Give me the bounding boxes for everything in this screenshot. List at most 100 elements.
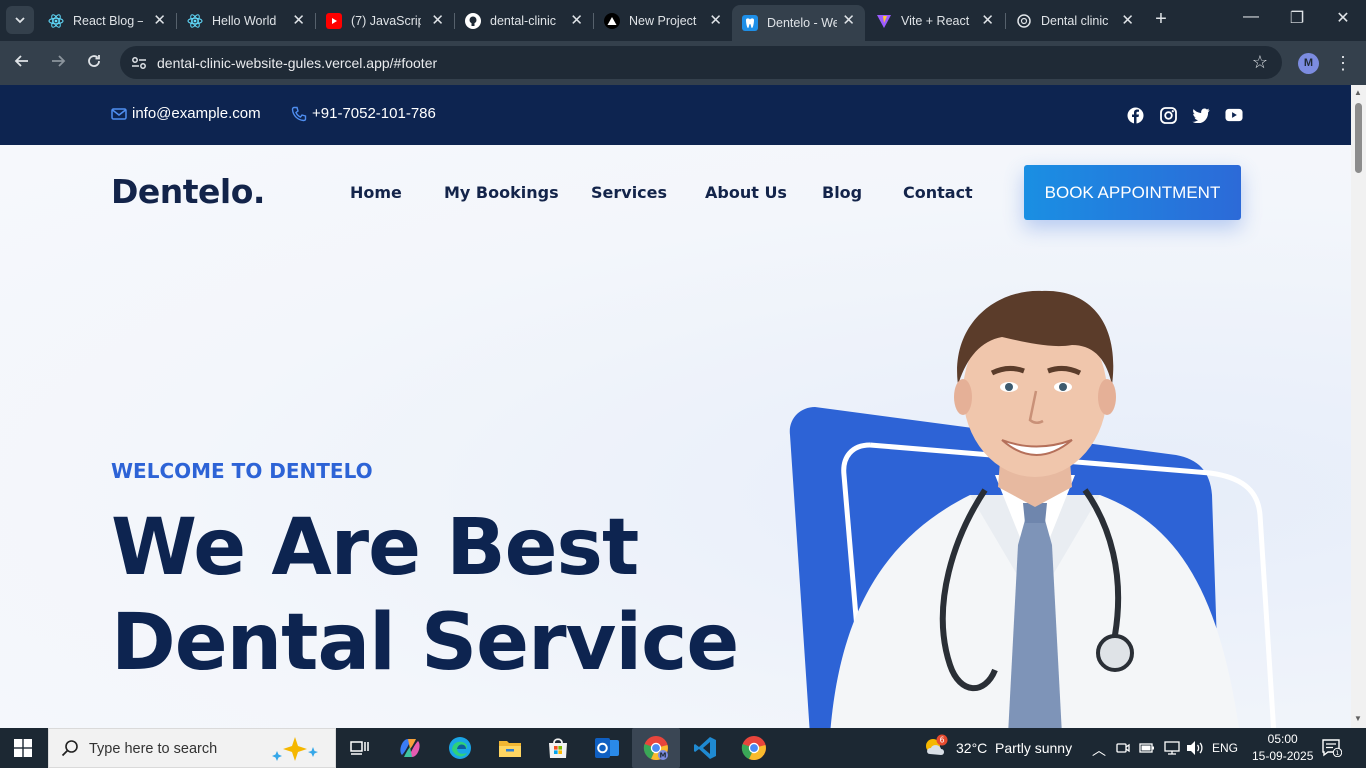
github-icon xyxy=(465,12,481,29)
tab-label: Dentelo - We xyxy=(767,16,837,30)
browser-tab[interactable]: dental-clinic ✕ xyxy=(455,5,593,36)
clock-date: 15-09-2025 xyxy=(1252,749,1314,763)
weather-partly-sunny-icon[interactable]: 6 xyxy=(922,734,950,760)
url-text[interactable]: dental-clinic-website-gules.vercel.app/#… xyxy=(157,55,437,71)
forward-button[interactable] xyxy=(46,51,70,75)
pupil-right xyxy=(1059,383,1067,391)
nav-contact[interactable]: Contact xyxy=(903,183,973,202)
site-settings-icon[interactable] xyxy=(130,54,148,72)
battery-icon[interactable] xyxy=(1139,742,1155,754)
ear-left xyxy=(954,379,972,415)
profile-avatar[interactable]: M xyxy=(1298,53,1319,74)
youtube-icon[interactable] xyxy=(1225,106,1243,124)
tab-label: New Project xyxy=(629,13,697,28)
meet-now-icon[interactable] xyxy=(1116,741,1130,755)
openai-icon xyxy=(1016,13,1032,29)
new-tab-button[interactable]: + xyxy=(1150,8,1172,31)
search-icon xyxy=(61,740,78,757)
file-explorer-icon[interactable] xyxy=(496,734,524,762)
close-icon[interactable]: ✕ xyxy=(709,11,722,29)
chrome-taskbar-active[interactable]: M xyxy=(632,728,680,768)
tab-label: dental-clinic xyxy=(490,13,557,28)
site-topbar: info@example.com +91-7052-101-786 xyxy=(0,85,1351,145)
browser-tab-active[interactable]: Dentelo - We ✕ xyxy=(732,5,865,41)
tab-search-button[interactable] xyxy=(6,6,34,34)
react-icon xyxy=(187,13,203,29)
scroll-down-icon[interactable]: ▼ xyxy=(1354,714,1362,723)
notification-center-icon[interactable]: 1 xyxy=(1322,739,1342,757)
browser-tab[interactable]: Vite + React ✕ xyxy=(866,5,1004,36)
browser-toolbar: dental-clinic-website-gules.vercel.app/#… xyxy=(0,41,1366,85)
close-icon[interactable]: ✕ xyxy=(292,11,305,29)
search-placeholder: Type here to search xyxy=(89,741,218,757)
mail-icon xyxy=(111,107,127,120)
vscode-icon[interactable] xyxy=(691,734,719,762)
restore-button[interactable]: ❐ xyxy=(1286,8,1308,28)
hero-eyebrow: WELCOME TO DENTELO xyxy=(111,459,373,483)
network-icon[interactable] xyxy=(1163,740,1181,756)
back-button[interactable] xyxy=(10,51,34,75)
taskbar-search-box[interactable]: Type here to search xyxy=(48,728,336,768)
close-icon[interactable]: ✕ xyxy=(842,11,855,29)
hero-section: Dentelo. Home My Bookings Services About… xyxy=(0,145,1351,728)
close-icon[interactable]: ✕ xyxy=(1121,11,1134,29)
show-hidden-icons-chevron-up-icon[interactable]: ︿ xyxy=(1092,740,1106,760)
copilot-sparkle-icon xyxy=(272,737,318,761)
nav-my-bookings[interactable]: My Bookings xyxy=(444,183,559,202)
tab-label: Vite + React xyxy=(901,13,970,28)
tab-label: Hello World xyxy=(212,13,277,28)
browser-tab[interactable]: New Project ✕ xyxy=(594,5,732,36)
email-text: info@example.com xyxy=(132,105,261,122)
instagram-icon[interactable] xyxy=(1159,106,1177,124)
reload-button[interactable] xyxy=(82,51,106,75)
vite-icon xyxy=(876,13,892,29)
clock[interactable]: 05:00 15-09-2025 xyxy=(1252,731,1313,765)
page-scrollbar[interactable]: ▲ ▼ xyxy=(1351,85,1366,728)
phone-icon xyxy=(291,106,307,121)
bookmark-star-icon[interactable]: ☆ xyxy=(1252,52,1268,73)
volume-icon[interactable] xyxy=(1186,740,1204,756)
scrollbar-thumb[interactable] xyxy=(1355,103,1362,173)
minimize-button[interactable]: — xyxy=(1240,8,1262,26)
nav-services[interactable]: Services xyxy=(591,183,667,202)
nav-about-us[interactable]: About Us xyxy=(705,183,787,202)
outlook-icon[interactable] xyxy=(593,734,621,762)
copilot-icon[interactable] xyxy=(396,734,424,762)
browser-tab[interactable]: (7) JavaScript ✕ xyxy=(316,5,454,36)
close-icon[interactable]: ✕ xyxy=(570,11,583,29)
react-icon xyxy=(48,13,64,29)
book-appointment-button[interactable]: BOOK APPOINTMENT xyxy=(1024,165,1241,220)
hero-headline-line2: Dental Service xyxy=(111,598,739,688)
youtube-icon xyxy=(326,12,342,29)
topbar-phone[interactable]: +91-7052-101-786 xyxy=(291,105,436,122)
windows-start-icon[interactable] xyxy=(14,739,32,757)
close-icon[interactable]: ✕ xyxy=(431,11,444,29)
chrome-icon: M xyxy=(643,736,668,761)
chrome-icon[interactable] xyxy=(740,734,768,762)
weather-text[interactable]: 32°C Partly sunny xyxy=(956,740,1072,756)
task-view-icon[interactable] xyxy=(346,734,374,762)
facebook-icon[interactable] xyxy=(1126,106,1144,124)
arrow-right-icon xyxy=(52,55,66,67)
tab-label: (7) JavaScript xyxy=(351,13,421,28)
close-icon[interactable]: ✕ xyxy=(153,11,166,29)
browser-tab[interactable]: Dental clinic ✕ xyxy=(1006,5,1144,36)
scroll-up-icon[interactable]: ▲ xyxy=(1354,88,1362,97)
browser-tab[interactable]: React Blog – ✕ xyxy=(38,5,176,36)
close-window-button[interactable]: ✕ xyxy=(1332,8,1354,28)
microsoft-store-icon[interactable] xyxy=(544,734,572,762)
nav-blog[interactable]: Blog xyxy=(822,183,862,202)
browser-menu-icon[interactable]: ⋮ xyxy=(1334,53,1352,74)
twitter-icon[interactable] xyxy=(1192,106,1210,124)
topbar-email[interactable]: info@example.com xyxy=(111,105,261,122)
site-logo[interactable]: Dentelo. xyxy=(111,172,265,211)
edge-icon[interactable] xyxy=(446,734,474,762)
language-indicator[interactable]: ENG xyxy=(1212,741,1238,755)
close-icon[interactable]: ✕ xyxy=(981,11,994,29)
tab-label: React Blog – xyxy=(73,13,143,28)
clock-time: 05:00 xyxy=(1267,732,1298,746)
browser-tab[interactable]: Hello World ✕ xyxy=(177,5,315,36)
address-bar[interactable]: dental-clinic-website-gules.vercel.app/#… xyxy=(120,46,1282,79)
chevron-down-icon xyxy=(15,17,25,24)
nav-home[interactable]: Home xyxy=(350,183,402,202)
